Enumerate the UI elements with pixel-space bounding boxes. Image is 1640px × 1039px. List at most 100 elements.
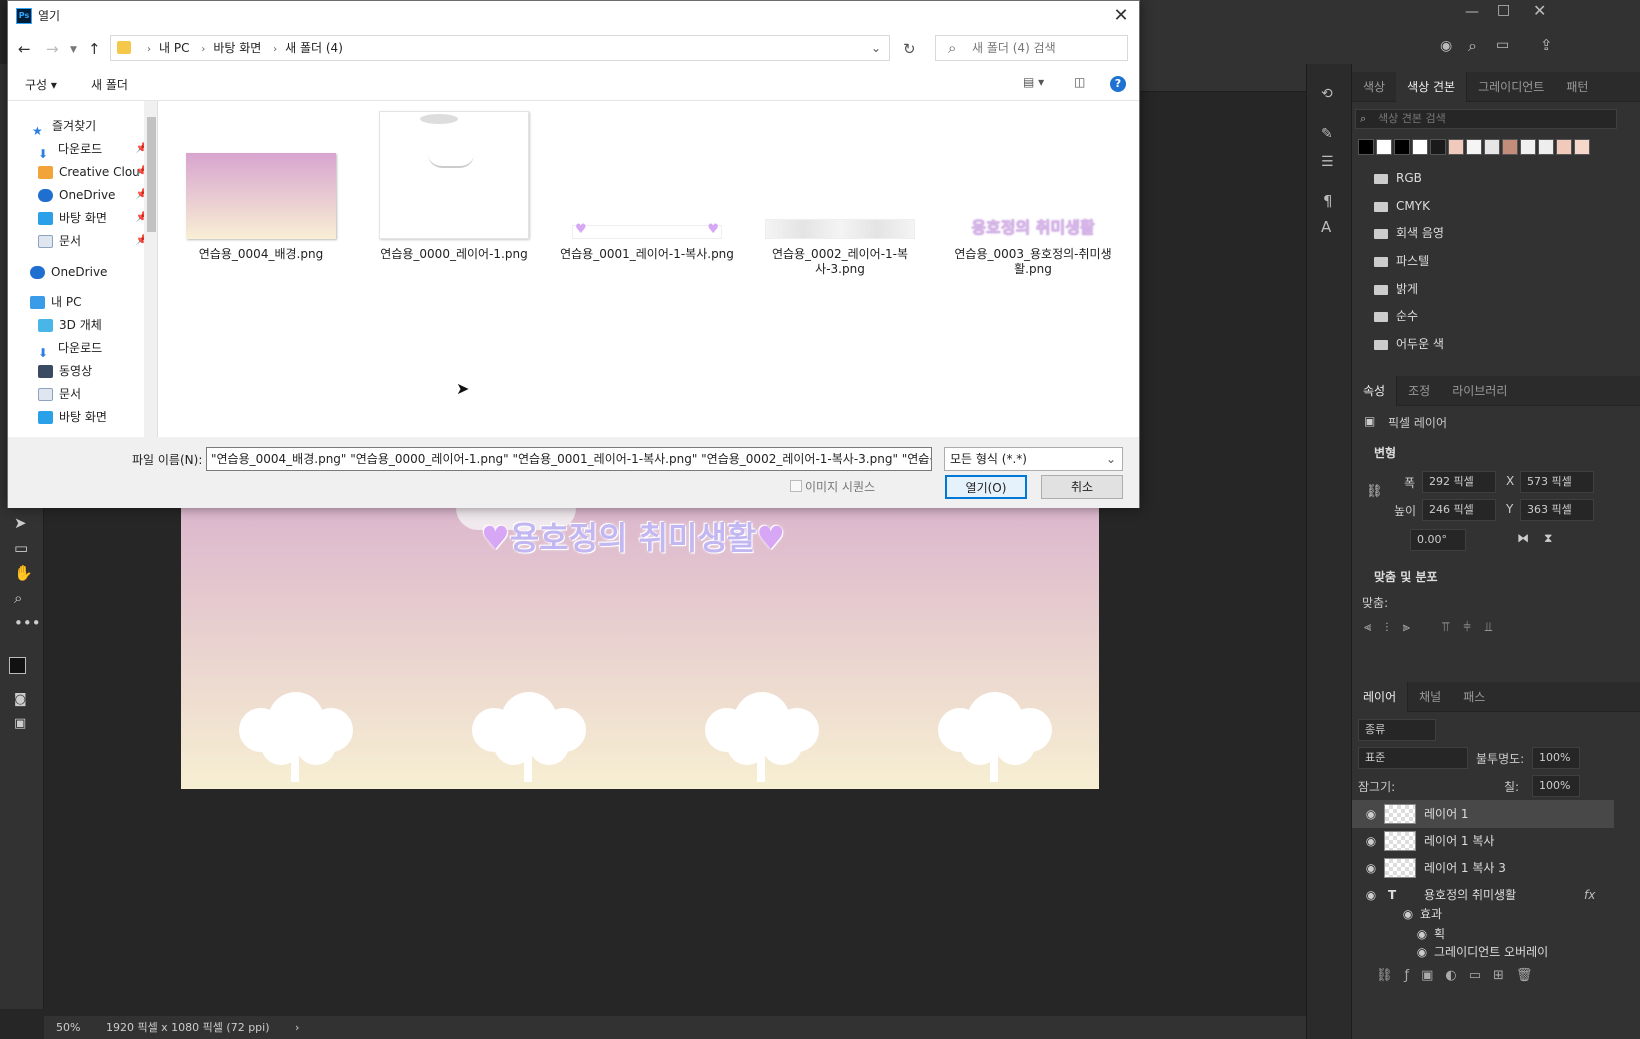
sidebar-item-creative-cloud[interactable]: Creative Clou 📌 [38,161,148,183]
discover-icon[interactable]: ◉ [1440,38,1452,54]
swatch-group[interactable]: RGB [1352,164,1614,192]
hand-tool-icon[interactable]: ✋ [14,564,33,582]
document-canvas[interactable]: ♥용호정의 취미생활♥ [181,508,1099,789]
eye-icon[interactable]: ◉ [1398,904,1418,924]
sidebar-item-downloads[interactable]: ⬇ 다운로드 📌 [38,138,148,160]
height-field[interactable]: 246 픽셀 [1422,499,1496,521]
marquee-tool-icon[interactable]: ▭ [14,539,28,557]
eye-icon[interactable]: ◉ [1361,854,1381,882]
share-icon[interactable]: ⇪ [1540,36,1553,54]
layer-row[interactable]: ◉ 레이어 1 [1352,800,1614,828]
chevron-right-icon[interactable]: › [295,1021,299,1034]
paragraph-icon[interactable]: ¶ [1323,192,1333,210]
tab-layers[interactable]: 레이어 [1352,681,1409,712]
tab-gradient[interactable]: 그레이디언트 [1467,72,1555,102]
sidebar-item-pc-desktop[interactable]: 바탕 화면 [38,406,157,428]
chevron-down-icon[interactable]: ⌄ [871,36,881,60]
sidebar-item-pc-downloads[interactable]: ⬇ 다운로드 [38,337,157,359]
swatch-group[interactable]: 밝게 [1352,275,1614,303]
swatch-group[interactable]: 파스텔 [1352,247,1614,275]
sidebar-item-favorites[interactable]: ★ 즐겨찾기 [32,115,157,137]
flip-horizontal-icon[interactable]: ⧓ [1517,531,1529,545]
image-sequence-checkbox[interactable] [790,480,802,492]
link-icon[interactable]: ⛓ [1366,484,1383,499]
opacity-field[interactable]: 100% [1532,747,1580,769]
tab-libraries[interactable]: 라이브러리 [1441,376,1518,406]
align-buttons[interactable]: ⫷⫶⫸ ⫪⫩⫫ [1364,620,1506,635]
move-tool-icon[interactable]: ➤ [14,514,27,532]
tab-swatches[interactable]: 색상 견본 [1396,71,1468,102]
sidebar-item-3d-objects[interactable]: 3D 개체 [38,314,157,336]
blend-mode-select[interactable]: 표준 [1358,747,1468,769]
cancel-button[interactable]: 취소 [1041,475,1123,499]
brush-settings-icon[interactable]: ✎ [1321,126,1333,142]
adjust-icon[interactable]: ☰ [1321,154,1334,170]
layer-filter-select[interactable]: 종류 [1358,719,1436,741]
width-field[interactable]: 292 픽셀 [1422,471,1496,493]
file-item[interactable]: 연습용_0000_레이어-1.png [365,111,543,262]
sidebar-item-pc-documents[interactable]: 문서 [38,383,157,405]
color-swatch[interactable] [1376,139,1392,155]
filename-input[interactable]: "연습용_0004_배경.png" "연습용_0000_레이어-1.png" "… [206,447,932,471]
quick-mask-icon[interactable]: ◙ [14,692,27,707]
preview-pane-icon[interactable]: ◫ [1074,75,1085,89]
sidebar-item-documents[interactable]: 문서 📌 [38,230,148,252]
color-swatch[interactable] [1538,139,1554,155]
up-arrow-icon[interactable]: ↑ [88,40,101,58]
tab-channels[interactable]: 채널 [1408,682,1452,712]
sidebar-item-onedrive-root[interactable]: OneDrive [30,261,157,283]
swatch-search-input[interactable]: 색상 견본 검색 [1355,109,1617,129]
effect-row[interactable]: ◉ 그레이디언트 오버레이 [1352,942,1614,962]
sidebar-item-this-pc[interactable]: 내 PC [30,291,157,313]
breadcrumb-item[interactable]: 새 폴더 (4) [285,41,343,55]
view-options-icon[interactable]: ▤ ▾ [1023,75,1044,89]
swatch-group[interactable]: 회색 음영 [1352,219,1614,247]
y-field[interactable]: 363 픽셀 [1520,499,1594,521]
zoom-level[interactable]: 50% [56,1021,80,1034]
swatch-group[interactable]: 순수 [1352,302,1614,330]
eye-icon[interactable]: ◉ [1412,924,1432,944]
screen-mode-icon[interactable]: ▣ [14,716,26,731]
tab-color[interactable]: 색상 [1352,72,1396,102]
close-app-icon[interactable]: ✕ [1533,1,1546,20]
swatch-group[interactable]: CMYK [1352,192,1614,220]
color-swatch[interactable] [1574,139,1590,155]
recent-chevron-icon[interactable]: ▼ [70,45,77,55]
transform-title[interactable]: 변형 [1374,444,1396,461]
flip-vertical-icon[interactable]: ⧗ [1544,531,1552,546]
color-swatch[interactable] [1430,139,1446,155]
sidebar-item-videos[interactable]: 동영상 [38,360,157,382]
maximize-icon[interactable]: □ [1497,2,1510,18]
effect-row[interactable]: ◉ 획 [1352,924,1614,944]
layer-row[interactable]: ◉ 레이어 1 복사 [1352,827,1614,855]
color-swatch[interactable] [1448,139,1464,155]
back-arrow-icon[interactable]: ← [18,40,31,58]
open-button[interactable]: 열기(O) [945,475,1027,499]
color-swatch[interactable] [1502,139,1518,155]
more-tools-icon[interactable]: ••• [14,614,41,632]
history-icon[interactable]: ⟲ [1321,86,1333,102]
color-swatch[interactable] [1412,139,1428,155]
address-bar[interactable]: › 내 PC › 바탕 화면 › 새 폴더 (4) ⌄ [110,35,890,61]
x-field[interactable]: 573 픽셀 [1520,471,1594,493]
file-item[interactable]: ♥ ♥ 연습용_0001_레이어-1-복사.png [558,222,736,262]
breadcrumb-item[interactable]: 내 PC [159,41,189,55]
eye-icon[interactable]: ◉ [1361,800,1381,828]
refresh-icon[interactable]: ↻ [903,40,916,58]
search-icon[interactable]: ⌕ [1468,36,1477,56]
filetype-select[interactable]: 모든 형식 (*.*) ⌄ [944,447,1123,471]
align-title[interactable]: 맞춤 및 분포 [1374,568,1438,585]
workspace-icon[interactable]: ▭ [1496,37,1509,53]
sidebar-item-onedrive[interactable]: OneDrive 📌 [38,184,148,206]
file-item[interactable]: 연습용_0004_배경.png [172,153,350,262]
breadcrumb-item[interactable]: 바탕 화면 [213,41,261,55]
foreground-color[interactable] [9,657,26,674]
tab-paths[interactable]: 패스 [1452,682,1496,712]
chevron-down-icon[interactable]: ⌄ [916,451,926,465]
zoom-tool-icon[interactable]: ⌕ [14,589,22,607]
tab-properties[interactable]: 속성 [1352,375,1398,406]
organize-button[interactable]: 구성 ▾ [25,76,57,93]
new-folder-button[interactable]: 새 폴더 [91,76,128,93]
color-swatch[interactable] [1466,139,1482,155]
color-swatch[interactable] [1358,139,1374,155]
